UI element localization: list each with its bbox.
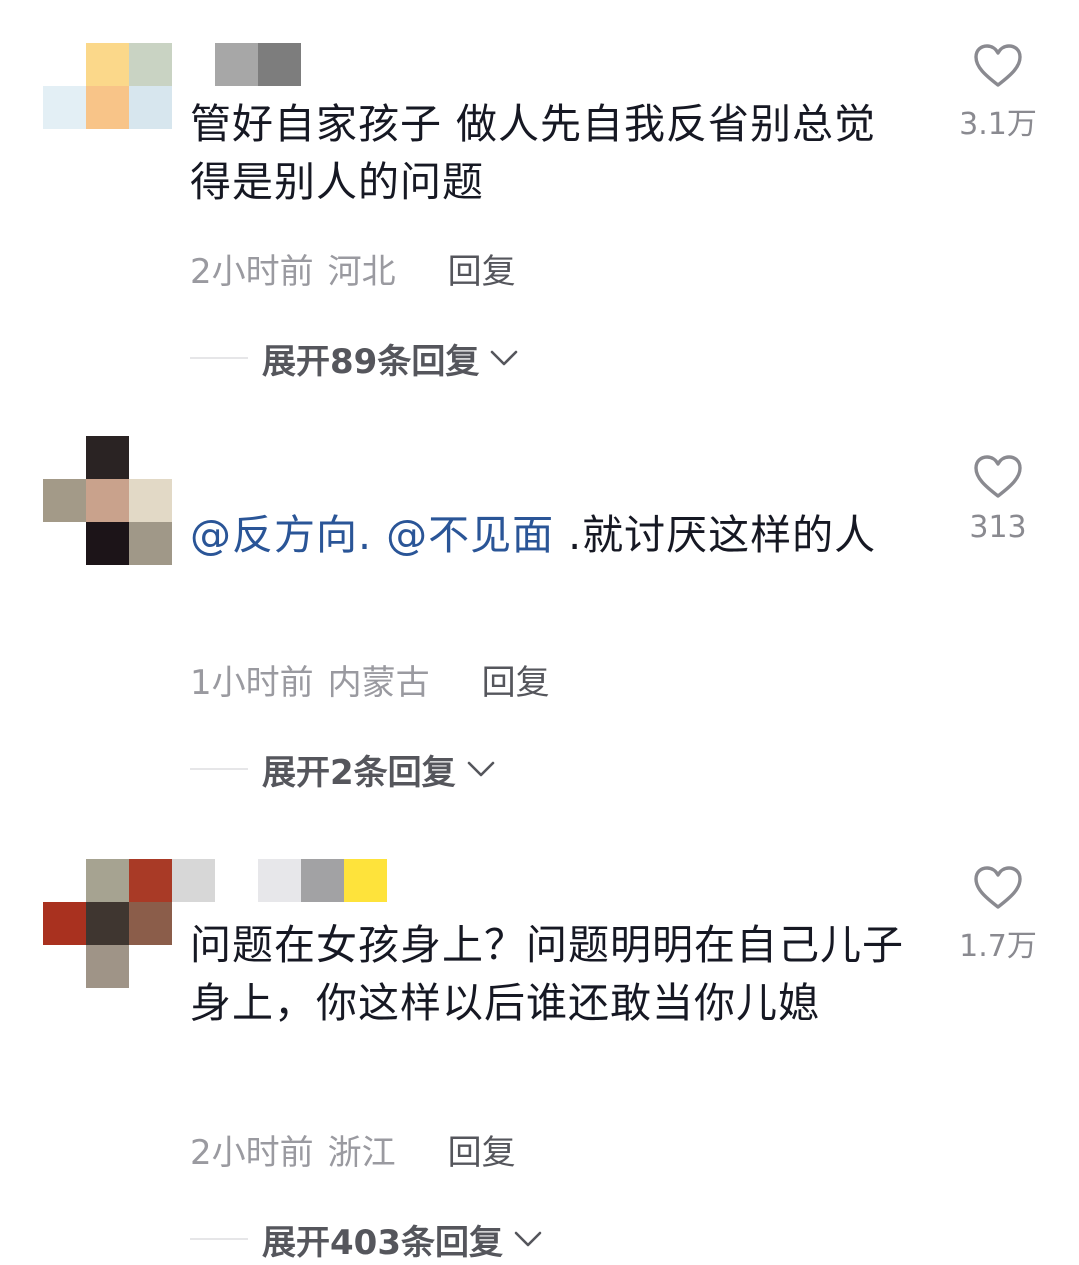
like-count: 1.7万 bbox=[959, 929, 1037, 964]
avatar-pixel bbox=[86, 902, 129, 945]
avatar-pixel bbox=[43, 945, 86, 988]
expand-replies-label: 展开403条回复 bbox=[262, 1222, 503, 1263]
avatar[interactable] bbox=[43, 859, 172, 988]
comment-3: 问题在女孩身上？问题明明在自己儿子身上，你这样以后谁还敢当你儿媳 2小时前 浙江… bbox=[0, 0, 1079, 1265]
avatar-pixel bbox=[129, 945, 172, 988]
like-button[interactable]: 1.7万 bbox=[950, 865, 1046, 965]
avatar-pixel bbox=[86, 859, 129, 902]
avatar-pixel bbox=[129, 859, 172, 902]
avatar-pixel bbox=[43, 859, 86, 902]
username-pixelated[interactable] bbox=[172, 859, 387, 902]
username-pixel bbox=[172, 859, 215, 902]
chevron-down-icon bbox=[514, 1231, 542, 1247]
username-pixel bbox=[258, 859, 301, 902]
avatar-pixel bbox=[129, 902, 172, 945]
comment-time: 2小时前 bbox=[190, 1132, 314, 1173]
username-pixel bbox=[301, 859, 344, 902]
comment-text: 问题在女孩身上？问题明明在自己儿子身上，你这样以后谁还敢当你儿媳 bbox=[190, 921, 904, 1027]
comment-location: 浙江 bbox=[327, 1132, 396, 1173]
avatar-pixel bbox=[86, 945, 129, 988]
avatar-pixel bbox=[43, 902, 86, 945]
divider-line bbox=[190, 1238, 248, 1240]
username-pixel bbox=[215, 859, 258, 902]
comment-meta: 2小时前 浙江 回复 bbox=[190, 1124, 516, 1174]
expand-replies-button[interactable]: 展开403条回复 bbox=[190, 1214, 543, 1264]
reply-button[interactable]: 回复 bbox=[448, 1125, 516, 1174]
username-pixel bbox=[344, 859, 387, 902]
heart-outline-icon bbox=[974, 866, 1022, 909]
